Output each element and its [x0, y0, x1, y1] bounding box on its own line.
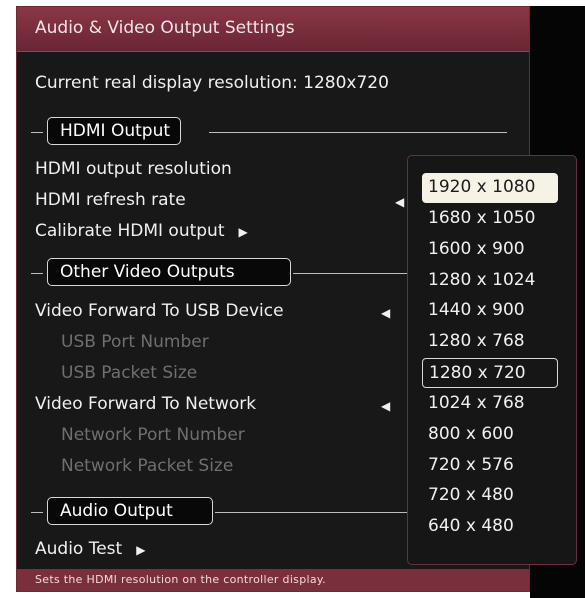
dropdown-option[interactable]: 1600 x 900 — [422, 235, 558, 265]
section-divider — [293, 273, 409, 274]
video-network-item[interactable]: Video Forward To Network — [35, 394, 256, 414]
triangle-left-icon[interactable]: ◀ — [395, 195, 404, 209]
network-port-item: Network Port Number — [61, 425, 245, 445]
audio-test-label: Audio Test — [35, 539, 123, 559]
title-bar: Audio & Video Output Settings — [17, 7, 529, 52]
dropdown-option[interactable]: 1920 x 1080 — [422, 173, 558, 203]
dropdown-option[interactable]: 1680 x 1050 — [422, 204, 558, 234]
usb-packet-item: USB Packet Size — [61, 363, 198, 383]
section-divider — [31, 273, 43, 274]
section-hdmi-output: HDMI Output — [47, 117, 182, 145]
dropdown-option[interactable]: 720 x 576 — [422, 451, 558, 481]
section-audio-output: Audio Output — [47, 497, 213, 525]
section-divider — [215, 512, 409, 513]
resolution-dropdown[interactable]: 1920 x 1080 1680 x 1050 1600 x 900 1280 … — [407, 155, 577, 565]
window-title: Audio & Video Output Settings — [35, 18, 295, 38]
hdmi-resolution-item[interactable]: HDMI output resolution — [35, 159, 232, 179]
section-divider — [31, 512, 43, 513]
triangle-right-icon: ▶ — [238, 225, 248, 239]
dropdown-option[interactable]: 720 x 480 — [422, 481, 558, 511]
network-packet-item: Network Packet Size — [61, 456, 234, 476]
dropdown-option[interactable]: 1280 x 720 — [422, 358, 558, 388]
section-other-video-outputs: Other Video Outputs — [47, 258, 291, 286]
dropdown-option[interactable]: 1280 x 768 — [422, 327, 558, 357]
dropdown-option[interactable]: 800 x 600 — [422, 420, 558, 450]
section-divider — [209, 132, 507, 133]
dropdown-option[interactable]: 1280 x 1024 — [422, 266, 558, 296]
triangle-right-icon: ▶ — [136, 543, 146, 557]
dropdown-option[interactable]: 640 x 480 — [422, 512, 558, 542]
dropdown-option[interactable]: 1024 x 768 — [422, 389, 558, 419]
hdmi-refresh-item[interactable]: HDMI refresh rate — [35, 190, 186, 210]
calibrate-hdmi-item[interactable]: Calibrate HDMI output ▶ — [35, 221, 248, 241]
audio-test-item[interactable]: Audio Test ▶ — [35, 539, 145, 559]
triangle-left-icon[interactable]: ◀ — [381, 399, 390, 413]
triangle-left-icon[interactable]: ◀ — [381, 306, 390, 320]
usb-port-item: USB Port Number — [61, 332, 209, 352]
dropdown-option[interactable]: 1440 x 900 — [422, 296, 558, 326]
status-text: Sets the HDMI resolution on the controll… — [35, 573, 326, 586]
section-divider — [31, 132, 43, 133]
current-resolution-text: Current real display resolution: 1280x72… — [35, 73, 389, 93]
calibrate-label: Calibrate HDMI output — [35, 221, 225, 241]
status-bar: Sets the HDMI resolution on the controll… — [17, 569, 529, 591]
video-usb-item[interactable]: Video Forward To USB Device — [35, 301, 284, 321]
